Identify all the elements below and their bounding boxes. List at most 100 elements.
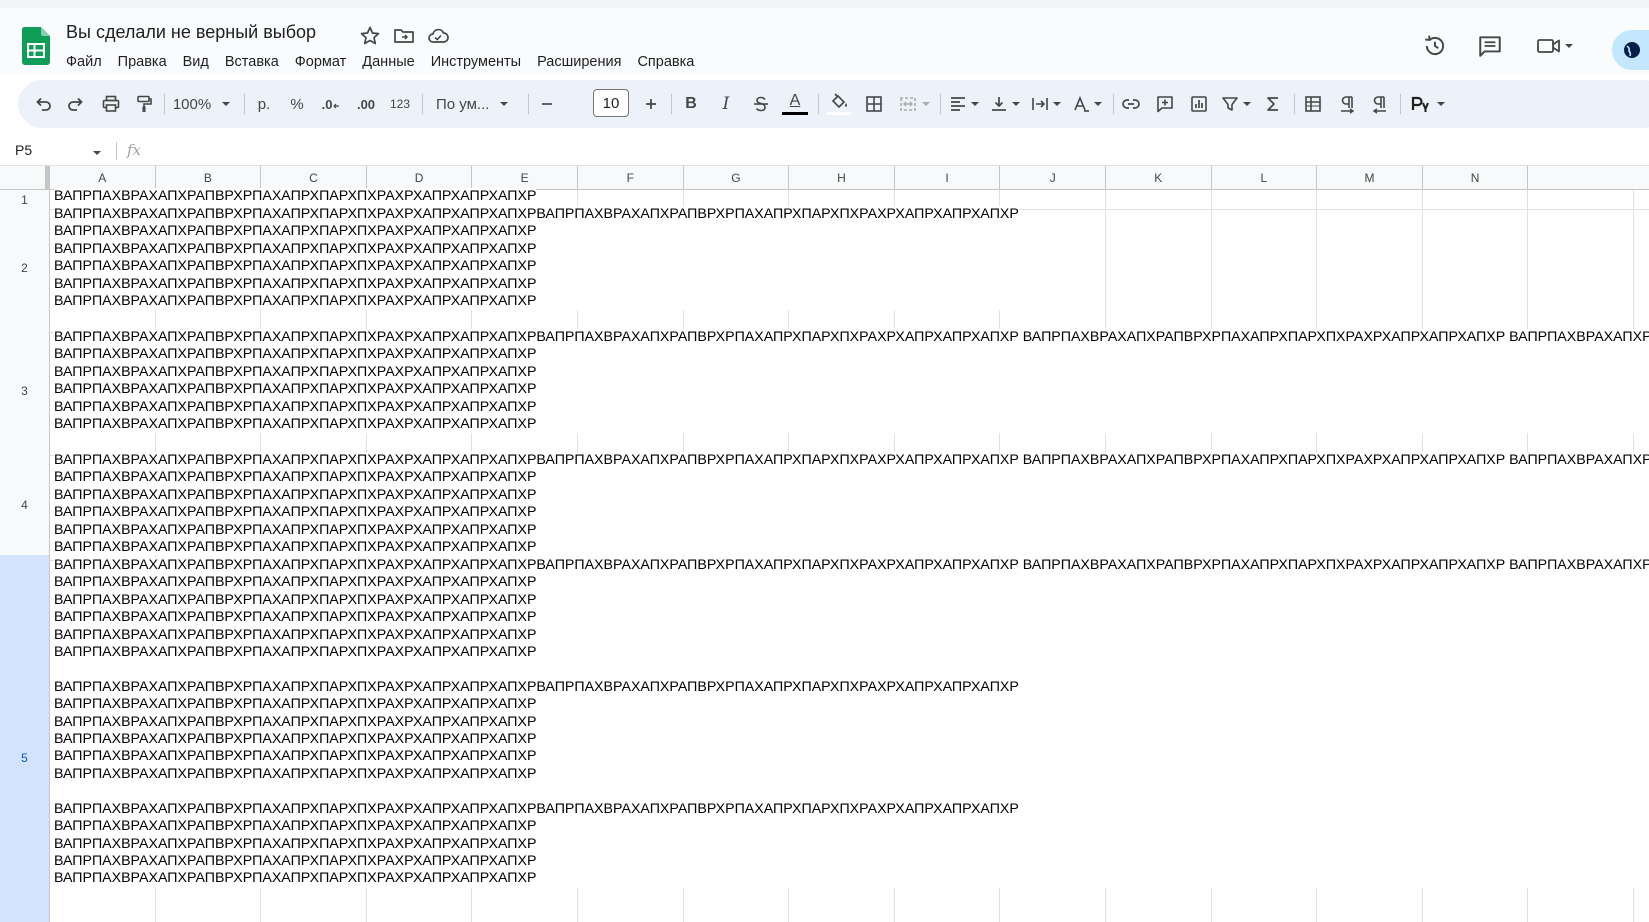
cell-a5[interactable]: ВАПРПАХВРАХАПХРАПВРХРПАХАПРХПАРХПХРАХРХА… [54,557,1649,888]
undo-button[interactable] [30,80,56,128]
history-icon [1425,35,1445,56]
column-header-m[interactable]: M [1317,166,1423,190]
separator [671,94,672,114]
add-comment-icon [1157,96,1173,113]
cell-a1[interactable]: ВАПРПАХВРАХАПХРАПВРХРПАХАПРХПАРХПХРАХРХА… [54,188,537,206]
column-header-h[interactable]: H [789,166,895,190]
input-tools-button[interactable] [1406,80,1450,128]
vertical-align-button[interactable] [987,80,1023,128]
browser-top-strip [0,0,1649,8]
insert-comment-button[interactable] [1152,80,1178,128]
column-header-c[interactable]: C [261,166,367,190]
text-color-swatch [782,112,808,115]
print-icon [102,95,120,112]
decrease-decimal-button[interactable]: .0 [317,80,345,128]
plus-icon [646,99,656,109]
row-header-4[interactable]: 4 [0,450,50,561]
fill-color-button[interactable] [825,80,853,128]
text-rotation-button[interactable] [1069,80,1105,128]
percent-format-button[interactable]: % [284,80,310,128]
font-size-input[interactable]: 10 [593,89,629,117]
menu-edit[interactable]: Правка [110,50,175,76]
column-header-j[interactable]: J [1000,166,1106,190]
text-color-button[interactable]: A [780,80,810,128]
column-header-n[interactable]: N [1422,166,1529,190]
version-history-button[interactable] [1415,26,1455,66]
font-family-select[interactable]: По ум... [430,80,518,128]
insert-chart-button[interactable] [1186,80,1212,128]
increase-decimal-button[interactable]: .00 [351,80,381,128]
star-icon[interactable] [358,24,382,48]
select-all-corner[interactable] [0,166,50,190]
text-color-letter: A [789,92,801,109]
chevron-down-icon [1565,44,1573,48]
row-header-5[interactable]: 5 [0,555,50,922]
paint-format-button[interactable] [131,80,157,128]
column-header-e[interactable]: E [472,166,578,190]
insert-link-button[interactable] [1118,80,1144,128]
column-header-partial[interactable] [1528,166,1649,190]
increase-font-size-button[interactable] [639,80,663,128]
separator [528,94,529,114]
document-title[interactable]: Вы сделали не верный выбор [66,22,316,43]
share-button[interactable] [1612,30,1649,70]
print-button[interactable] [98,80,124,128]
chevron-down-icon [921,102,930,106]
move-folder-icon[interactable] [392,24,416,48]
chevron-down-icon[interactable] [92,148,102,158]
meet-button[interactable] [1525,26,1585,66]
column-header-l[interactable]: L [1211,166,1318,190]
currency-format-button[interactable]: р. [251,80,277,128]
italic-button[interactable]: I [713,80,739,128]
more-formats-button[interactable]: 123 [386,80,414,128]
cell-a4[interactable]: ВАПРПАХВРАХАПХРАПВРХРПАХАПРХПАРХПХРАХРХА… [54,452,1649,557]
merge-icon [899,97,916,111]
column-header-g[interactable]: G [683,166,790,190]
row-header-2[interactable]: 2 [0,204,50,333]
video-camera-icon [1537,39,1560,53]
menu-view[interactable]: Вид [175,50,217,76]
menu-format[interactable]: Формат [287,50,355,76]
rtl-button[interactable] [1367,80,1393,128]
menu-extensions[interactable]: Расширения [529,50,629,76]
menu-tools[interactable]: Инструменты [423,50,529,76]
decrease-font-size-button[interactable] [535,80,559,128]
merge-cells-button[interactable] [894,80,934,128]
cloud-saved-icon[interactable] [426,24,450,48]
freeze-button[interactable] [1300,80,1326,128]
pilcrow-ltr-icon [1341,96,1355,114]
menu-file[interactable]: Файл [58,50,110,76]
name-box[interactable]: P5 [15,142,32,158]
zoom-select[interactable]: 100% [168,80,236,128]
column-header-d[interactable]: D [366,166,473,190]
create-filter-button[interactable] [1218,80,1254,128]
text-rotation-icon [1073,95,1089,112]
bold-button[interactable]: B [678,80,704,128]
fx-icon: fx [127,141,142,159]
borders-button[interactable] [861,80,887,128]
separator [1294,94,1295,114]
column-header-f[interactable]: F [578,166,684,190]
menu-insert[interactable]: Вставка [217,50,287,76]
redo-button[interactable] [63,80,89,128]
cell-a3[interactable]: ВАПРПАХВРАХАПХРАПВРХРПАХАПРХПАРХПХРАХРХА… [54,329,1649,434]
column-header-k[interactable]: K [1106,166,1212,190]
separator [422,94,423,114]
menu-help[interactable]: Справка [629,50,702,76]
cell-a2[interactable]: ВАПРПАХВРАХАПХРАПВРХРПАХАПРХПАРХПХРАХРХА… [54,206,1019,311]
menu-data[interactable]: Данные [354,50,422,76]
horizontal-align-button[interactable] [946,80,982,128]
sheets-logo-icon[interactable] [22,27,50,65]
column-header-i[interactable]: I [894,166,1001,190]
comment-icon [1479,36,1501,57]
column-header-a[interactable]: A [50,166,156,190]
column-header-b[interactable]: B [155,166,262,190]
zoom-value: 100% [172,95,212,113]
wrap-icon [1031,98,1048,110]
strikethrough-button[interactable] [748,80,774,128]
ltr-button[interactable] [1334,80,1360,128]
functions-button[interactable] [1260,80,1286,128]
text-wrapping-button[interactable] [1028,80,1064,128]
row-header-3[interactable]: 3 [0,327,50,456]
comments-button[interactable] [1470,26,1510,66]
